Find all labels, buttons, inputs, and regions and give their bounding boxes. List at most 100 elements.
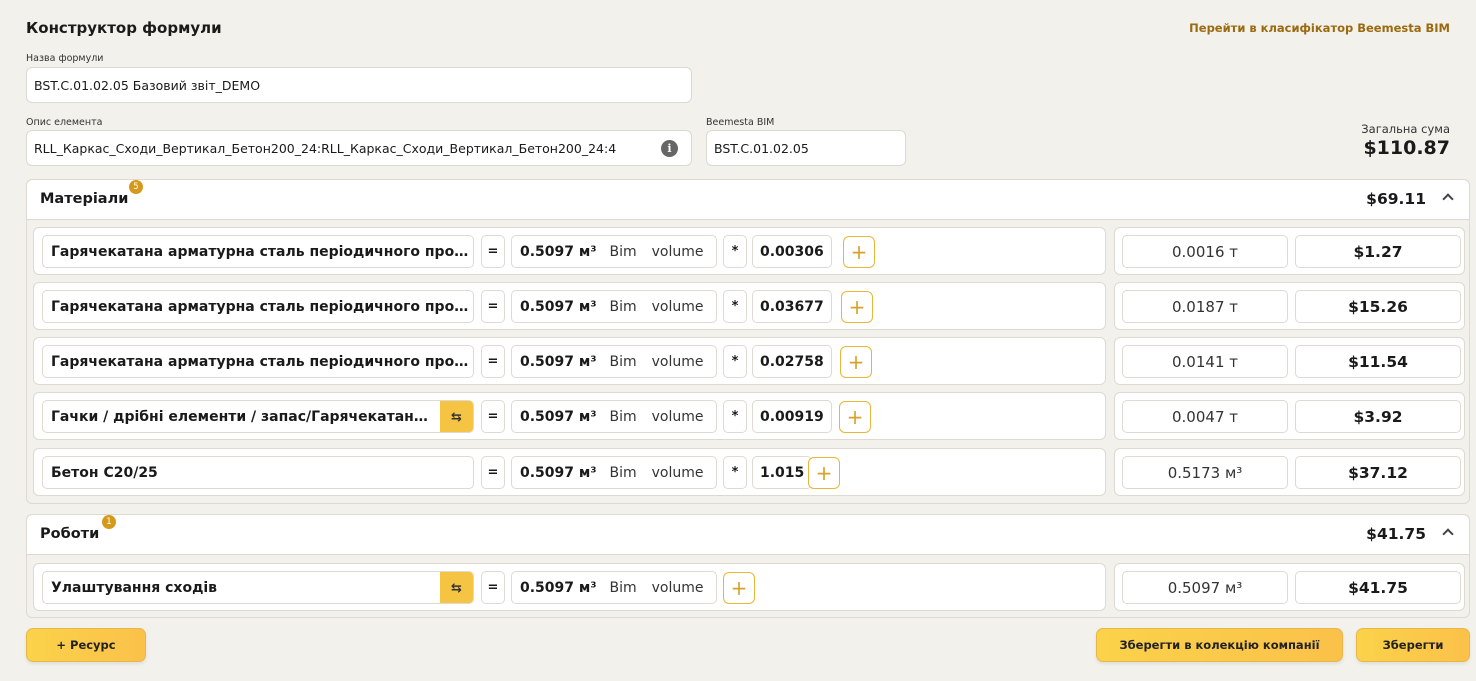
add-resource-button[interactable]: + Ресурс (26, 628, 146, 662)
resource-name[interactable]: Гачки / дрібні елементи / запас/Гарячека… (42, 400, 474, 433)
multiply-sign: * (723, 345, 747, 378)
quantity-value: 0.0187 т (1122, 290, 1288, 323)
formula-name-input[interactable]: BST.C.01.02.05 Базовий звіт_DEMO (26, 67, 692, 103)
volume-value: 0.5097 м³ (520, 579, 597, 596)
replace-resource-icon[interactable]: ⇆ (440, 572, 473, 603)
resource-name-text: Гарячекатана арматурна сталь періодичног… (51, 298, 473, 315)
material-row: Гачки / дрібні елементи / запас/Гарячека… (33, 392, 1465, 440)
volume-field[interactable]: 0.5097 м³ Bim volume (511, 571, 717, 604)
volume-source: Bim (609, 464, 637, 481)
materials-count-badge: 5 (129, 180, 143, 194)
volume-field[interactable]: 0.5097 м³ Bim volume (511, 235, 717, 268)
volume-source: Bim (609, 298, 637, 315)
resource-name-text: Улаштування сходів (51, 579, 218, 596)
materials-section: Матеріали 5 $69.11 Гарячекатана арматурн… (26, 179, 1470, 504)
volume-field[interactable]: 0.5097 м³ Bim volume (511, 290, 717, 323)
volume-value: 0.5097 м³ (520, 464, 597, 481)
chevron-up-icon[interactable] (1442, 193, 1454, 205)
equals-sign: = (481, 571, 505, 604)
work-row: Улаштування сходів ⇆ = 0.5097 м³ Bim volum… (33, 563, 1465, 611)
resource-name[interactable]: Гарячекатана арматурна сталь періодичног… (42, 345, 474, 378)
volume-field[interactable]: 0.5097 м³ Bim volume (511, 345, 717, 378)
save-button[interactable]: Зберегти (1356, 628, 1470, 662)
price-value: $1.27 (1295, 235, 1461, 268)
materials-header[interactable]: Матеріали 5 $69.11 (27, 180, 1469, 220)
volume-field[interactable]: 0.5097 м³ Bim volume (511, 456, 717, 489)
price-value: $37.12 (1295, 456, 1461, 489)
materials-title: Матеріали (40, 191, 129, 207)
volume-value: 0.5097 м³ (520, 353, 597, 370)
resource-name[interactable]: Гарячекатана арматурна сталь періодичног… (42, 290, 474, 323)
add-term-button[interactable]: + (843, 236, 875, 268)
add-term-button[interactable]: + (841, 291, 873, 323)
resource-name-text: Гачки / дрібні елементи / запас/Гарячека… (51, 408, 437, 425)
add-term-button[interactable]: + (723, 572, 755, 604)
material-row: Гарячекатана арматурна сталь періодичног… (33, 282, 1465, 330)
resource-name[interactable]: Бетон С20/25 (42, 456, 474, 489)
element-desc-label: Опис елемента (26, 117, 103, 128)
formula-panel: Гачки / дрібні елементи / запас/Гарячека… (33, 392, 1106, 440)
element-desc-input[interactable]: RLL_Каркас_Сходи_Вертикал_Бетон200_24:RL… (26, 130, 692, 166)
save-to-company-collection-button[interactable]: Зберегти в колекцію компанії (1096, 628, 1343, 662)
formula-name-label: Назва формули (26, 53, 104, 64)
element-desc-text: RLL_Каркас_Сходи_Вертикал_Бетон200_24:RL… (34, 140, 617, 156)
volume-source: Bim (609, 243, 637, 260)
works-header[interactable]: Роботи 1 $41.75 (27, 515, 1469, 555)
volume-value: 0.5097 м³ (520, 243, 597, 260)
formula-panel: Бетон С20/25 = 0.5097 м³ Bim volume * 1.01… (33, 448, 1106, 496)
volume-source: Bim (609, 579, 637, 596)
result-panel: 0.5097 м³ $41.75 (1114, 563, 1465, 611)
volume-param: volume (651, 464, 704, 481)
equals-sign: = (481, 400, 505, 433)
result-panel: 0.5173 м³ $37.12 (1114, 448, 1465, 496)
coefficient-field[interactable]: 0.02758 (752, 345, 832, 378)
multiply-sign: * (723, 235, 747, 268)
coefficient-field[interactable]: 0.00919 (752, 400, 832, 433)
info-icon[interactable]: i (661, 140, 678, 157)
price-value: $15.26 (1295, 290, 1461, 323)
volume-source: Bim (609, 408, 637, 425)
price-value: $11.54 (1295, 345, 1461, 378)
formula-panel: Гарячекатана арматурна сталь періодичног… (33, 227, 1106, 275)
equals-sign: = (481, 345, 505, 378)
result-panel: 0.0187 т $15.26 (1114, 282, 1465, 330)
page-title: Конструктор формули (26, 19, 222, 37)
replace-resource-icon[interactable]: ⇆ (440, 401, 473, 432)
add-term-button[interactable]: + (808, 457, 840, 489)
formula-panel: Улаштування сходів ⇆ = 0.5097 м³ Bim volum… (33, 563, 1106, 611)
volume-field[interactable]: 0.5097 м³ Bim volume (511, 400, 717, 433)
price-value: $41.75 (1295, 571, 1461, 604)
multiply-sign: * (723, 400, 747, 433)
add-term-button[interactable]: + (839, 401, 871, 433)
resource-name-text: Гарячекатана арматурна сталь періодичног… (51, 353, 473, 370)
total-sum-value: $110.87 (1363, 137, 1450, 159)
result-panel: 0.0016 т $1.27 (1114, 227, 1465, 275)
coefficient-field[interactable]: 0.03677 (752, 290, 832, 323)
quantity-value: 0.0141 т (1122, 345, 1288, 378)
works-count-badge: 1 (102, 515, 116, 529)
resource-name[interactable]: Гарячекатана арматурна сталь періодичног… (42, 235, 474, 268)
volume-param: volume (651, 353, 704, 370)
resource-name-text: Бетон С20/25 (51, 464, 158, 481)
total-sum-label: Загальна сума (1361, 122, 1450, 136)
works-section: Роботи 1 $41.75 Улаштування сходів ⇆ = 0… (26, 514, 1470, 618)
bim-code-input[interactable]: BST.C.01.02.05 (706, 130, 906, 166)
quantity-value: 0.0016 т (1122, 235, 1288, 268)
volume-param: volume (651, 408, 704, 425)
chevron-up-icon[interactable] (1442, 528, 1454, 540)
resource-name[interactable]: Улаштування сходів ⇆ (42, 571, 474, 604)
multiply-sign: * (723, 456, 747, 489)
coefficient-field[interactable]: 0.00306 (752, 235, 832, 268)
volume-value: 0.5097 м³ (520, 298, 597, 315)
volume-source: Bim (609, 353, 637, 370)
add-term-button[interactable]: + (840, 346, 872, 378)
equals-sign: = (481, 290, 505, 323)
quantity-value: 0.5173 м³ (1122, 456, 1288, 489)
resource-name-text: Гарячекатана арматурна сталь періодичног… (51, 243, 473, 260)
coefficient-field[interactable]: 1.015 (752, 456, 813, 489)
bim-classifier-link[interactable]: Перейти в класифікатор Beemesta BIM (1189, 21, 1450, 35)
result-panel: 0.0141 т $11.54 (1114, 337, 1465, 385)
volume-value: 0.5097 м³ (520, 408, 597, 425)
material-row: Бетон С20/25 = 0.5097 м³ Bim volume * 1.01… (33, 448, 1465, 496)
equals-sign: = (481, 235, 505, 268)
